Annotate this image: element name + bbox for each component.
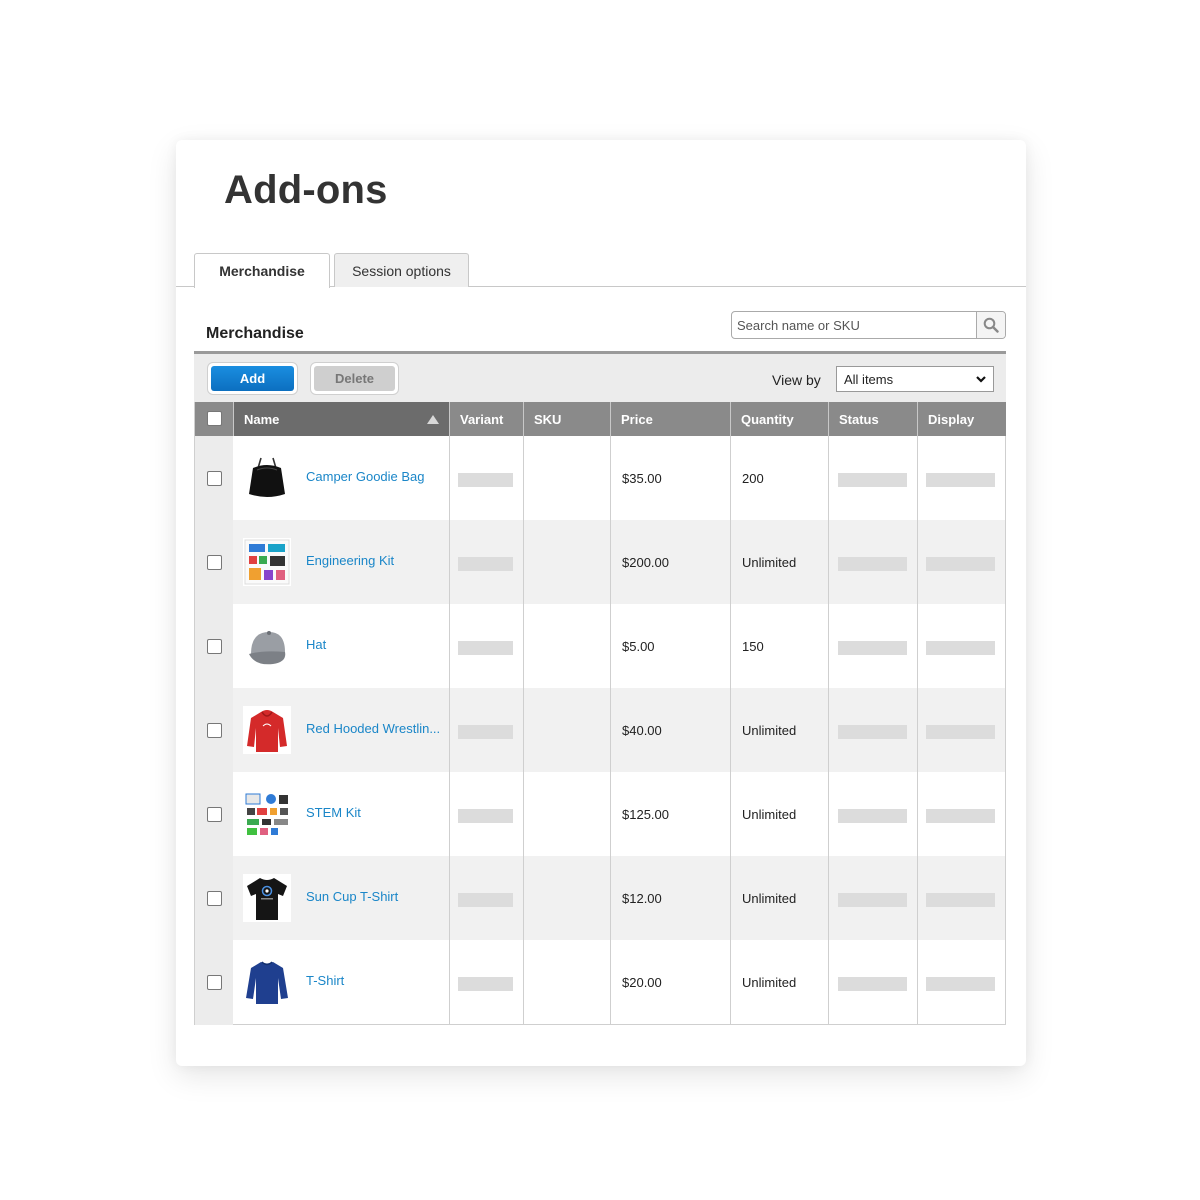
status-placeholder: [838, 473, 907, 487]
grid-toolbar: Add Delete View by All items: [194, 351, 1006, 402]
price-cell: $5.00: [622, 639, 655, 654]
item-link[interactable]: STEM Kit: [306, 805, 361, 820]
view-by-value: All items: [844, 371, 894, 387]
variant-placeholder: [458, 893, 513, 907]
quantity-cell: 150: [742, 639, 764, 654]
status-placeholder: [838, 893, 907, 907]
status-placeholder: [838, 557, 907, 571]
stem-kit-icon: [243, 790, 291, 838]
quantity-cell: Unlimited: [742, 891, 797, 906]
price-cell: $40.00: [622, 723, 662, 738]
search-box: [731, 311, 1006, 339]
item-link[interactable]: Camper Goodie Bag: [306, 469, 425, 484]
quantity-cell: Unlimited: [742, 807, 797, 822]
select-all-checkbox[interactable]: [207, 411, 222, 426]
view-by-label: View by: [772, 372, 821, 388]
cap-icon: [243, 622, 291, 670]
status-placeholder: [838, 641, 907, 655]
row-checkbox[interactable]: [207, 723, 222, 738]
column-header-display[interactable]: Display: [918, 402, 1006, 436]
row-checkbox[interactable]: [207, 975, 222, 990]
drawstring-bag-icon: [243, 454, 291, 502]
quantity-cell: Unlimited: [742, 975, 797, 990]
column-header-sku[interactable]: SKU: [524, 402, 611, 436]
item-link[interactable]: Sun Cup T-Shirt: [306, 889, 398, 904]
column-divider: [828, 436, 829, 1025]
row-checkbox[interactable]: [207, 639, 222, 654]
chevron-down-icon: [976, 376, 986, 383]
tab-merchandise[interactable]: Merchandise: [194, 253, 330, 288]
column-divider: [449, 436, 450, 1025]
price-cell: $35.00: [622, 471, 662, 486]
column-header-status[interactable]: Status: [829, 402, 918, 436]
tab-session-options[interactable]: Session options: [334, 253, 469, 287]
item-link[interactable]: Engineering Kit: [306, 553, 394, 568]
status-placeholder: [838, 809, 907, 823]
status-placeholder: [838, 977, 907, 991]
section-title: Merchandise: [206, 325, 304, 342]
item-link[interactable]: T-Shirt: [306, 973, 344, 988]
column-divider: [730, 436, 731, 1025]
variant-placeholder: [458, 641, 513, 655]
status-placeholder: [838, 725, 907, 739]
search-input[interactable]: [732, 312, 976, 338]
variant-placeholder: [458, 725, 513, 739]
column-divider: [917, 436, 918, 1025]
price-cell: $200.00: [622, 555, 669, 570]
column-header-variant[interactable]: Variant: [450, 402, 524, 436]
variant-placeholder: [458, 473, 513, 487]
delete-button[interactable]: Delete: [314, 366, 395, 391]
display-placeholder: [926, 641, 995, 655]
row-checkbox[interactable]: [207, 891, 222, 906]
price-cell: $20.00: [622, 975, 662, 990]
quantity-cell: Unlimited: [742, 555, 797, 570]
row-checkbox[interactable]: [207, 471, 222, 486]
page-title: Add-ons: [224, 168, 388, 212]
sort-ascending-icon: [427, 415, 439, 424]
price-cell: $12.00: [622, 891, 662, 906]
select-all-header: [195, 402, 234, 436]
add-button[interactable]: Add: [211, 366, 294, 391]
variant-placeholder: [458, 557, 513, 571]
quantity-cell: 200: [742, 471, 764, 486]
display-placeholder: [926, 557, 995, 571]
price-cell: $125.00: [622, 807, 669, 822]
blue-longsleeve-icon: [243, 958, 291, 1006]
column-header-price[interactable]: Price: [611, 402, 731, 436]
display-placeholder: [926, 977, 995, 991]
variant-placeholder: [458, 809, 513, 823]
black-tshirt-icon: [243, 874, 291, 922]
view-by-select[interactable]: All items: [836, 366, 994, 392]
display-placeholder: [926, 473, 995, 487]
item-link[interactable]: Red Hooded Wrestlin...: [306, 721, 440, 736]
red-hoodie-icon: [243, 706, 291, 754]
engineering-kit-icon: [243, 538, 291, 586]
column-header-quantity[interactable]: Quantity: [731, 402, 829, 436]
quantity-cell: Unlimited: [742, 723, 797, 738]
column-divider: [610, 436, 611, 1025]
merchandise-table: Name Variant SKU Price Quantity Status D…: [194, 402, 1006, 1025]
display-placeholder: [926, 725, 995, 739]
add-button-frame: Add: [207, 362, 298, 395]
row-checkbox[interactable]: [207, 807, 222, 822]
column-divider: [523, 436, 524, 1025]
tab-bar: Merchandise Session options: [176, 253, 1026, 288]
search-icon: [983, 317, 999, 333]
item-link[interactable]: Hat: [306, 637, 326, 652]
variant-placeholder: [458, 977, 513, 991]
delete-button-frame: Delete: [310, 362, 399, 395]
column-header-name[interactable]: Name: [234, 402, 450, 436]
search-button[interactable]: [976, 312, 1005, 338]
display-placeholder: [926, 893, 995, 907]
row-checkbox[interactable]: [207, 555, 222, 570]
display-placeholder: [926, 809, 995, 823]
